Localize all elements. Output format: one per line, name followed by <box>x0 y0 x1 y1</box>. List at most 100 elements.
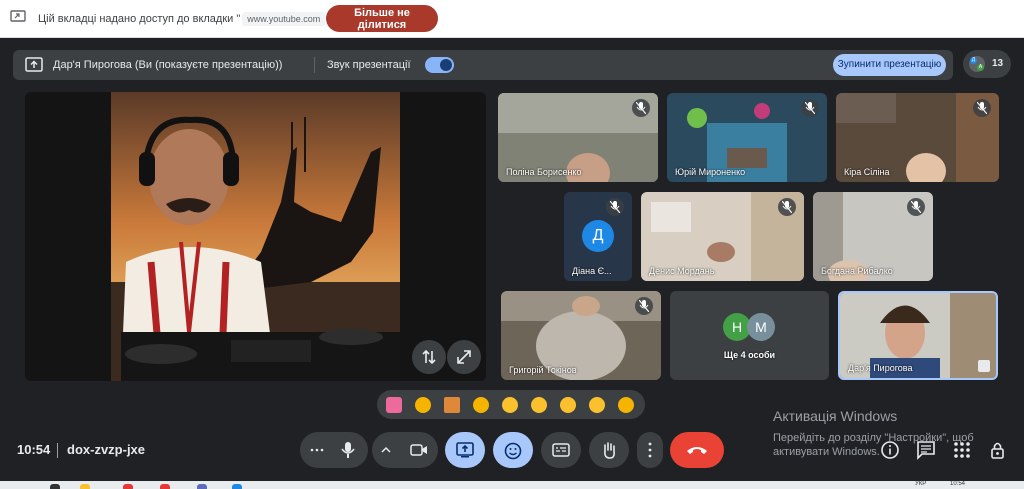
raise-hand-button[interactable] <box>589 432 629 468</box>
present-now-button[interactable] <box>445 432 485 468</box>
thumbs-up-icon[interactable] <box>415 397 431 413</box>
clapping-hands-icon[interactable] <box>473 397 489 413</box>
screen-share-icon <box>10 10 26 22</box>
self-view-tile[interactable]: Дар'я Пирогова <box>838 291 998 380</box>
taskbar-app-icon[interactable] <box>80 484 90 489</box>
shared-video-frame <box>111 92 400 381</box>
chevron-up-icon <box>381 446 391 453</box>
windows-taskbar: УКР 10:54 <box>0 481 1024 489</box>
participant-name: Кіра Сіліна <box>844 167 890 177</box>
presentation-bar: Дар'я Пирогова (Ви (показуєте презентаці… <box>13 50 953 80</box>
mic-off-icon <box>907 198 925 216</box>
stop-sharing-button[interactable]: Більше не ділитися <box>326 5 438 32</box>
captions-icon <box>552 443 570 457</box>
participant-tile[interactable]: Богдана Рибалко <box>813 192 933 281</box>
taskbar-app-icon[interactable] <box>123 484 133 489</box>
activation-line-1: Перейдіть до розділу "Настройки", щоб <box>773 432 974 444</box>
surprised-face-icon[interactable] <box>531 397 547 413</box>
avatar: М <box>747 313 775 341</box>
windows-activation-watermark: Активація Windows Перейдіть до розділу "… <box>773 408 974 459</box>
participant-name: Поліна Борисенко <box>506 167 582 177</box>
party-popper-icon[interactable] <box>444 397 460 413</box>
sharing-message-prefix: Цій вкладці надано доступ до вкладки " <box>38 13 241 25</box>
swap-arrows-icon <box>422 349 436 365</box>
stop-presentation-button[interactable]: Зупинити презентацію <box>833 54 946 76</box>
presenter-text: Дар'я Пирогова (Ви (показуєте презентаці… <box>53 59 283 71</box>
participant-name: Юрій Мироненко <box>675 167 746 177</box>
participant-tile[interactable]: Поліна Борисенко <box>498 93 658 182</box>
taskbar-clock[interactable]: 10:54 <box>950 481 965 487</box>
host-controls-icon[interactable] <box>988 440 1008 460</box>
reactions-bar <box>377 390 645 419</box>
sparkling-heart-icon[interactable] <box>386 397 402 413</box>
mic-off-icon <box>606 198 624 216</box>
taskbar-app-icon[interactable] <box>232 484 242 489</box>
end-call-icon <box>687 447 707 454</box>
participant-mini-avatars: Д А <box>969 56 985 72</box>
meeting-details-icon[interactable] <box>880 440 900 460</box>
info-divider <box>57 443 58 458</box>
thinking-face-icon[interactable] <box>589 397 605 413</box>
present-screen-icon <box>456 442 474 458</box>
activities-icon[interactable] <box>952 440 972 460</box>
participant-name: Діана Є... <box>572 266 612 276</box>
participants-count: 13 <box>992 58 1004 69</box>
raise-hand-icon <box>604 442 615 459</box>
participant-name: Дар'я Пирогова <box>848 363 913 373</box>
activation-title: Активація Windows <box>773 408 898 424</box>
thumbs-down-icon[interactable] <box>618 397 634 413</box>
presentation-bar-divider <box>314 57 315 73</box>
tab-sharing-bar: Цій вкладці надано доступ до вкладки " ww… <box>0 0 1024 38</box>
participants-button[interactable]: Д А 13 <box>963 50 1011 78</box>
camera-icon <box>410 444 427 456</box>
microphone-icon <box>341 442 355 458</box>
activation-line-2: активувати Windows. <box>773 446 880 458</box>
participant-name: Григорій Токінов <box>509 365 577 375</box>
presentation-sound-label: Звук презентації <box>327 59 411 71</box>
presentation-sound-toggle[interactable] <box>425 57 454 73</box>
avatar: Д <box>582 220 614 252</box>
more-options-button[interactable] <box>637 432 663 468</box>
more-participants-tile[interactable]: Н М Ще 4 особи <box>670 291 829 380</box>
participant-tile[interactable]: Григорій Токінов <box>501 291 661 380</box>
fullscreen-button[interactable] <box>447 340 481 374</box>
mic-off-icon <box>632 99 650 117</box>
mic-off-icon <box>801 99 819 117</box>
leave-call-button[interactable] <box>670 432 724 468</box>
pin-icon[interactable] <box>978 360 990 372</box>
participant-name: Денис Мордань <box>649 266 715 276</box>
swap-view-button[interactable] <box>412 340 446 374</box>
participant-tile[interactable]: Кіра Сіліна <box>836 93 999 182</box>
participant-tile[interactable]: Юрій Мироненко <box>667 93 827 182</box>
taskbar-app-icon[interactable] <box>160 484 170 489</box>
camera-controls-button[interactable] <box>372 432 438 468</box>
meeting-code: dox-zvzp-jxe <box>67 442 146 457</box>
mic-off-icon <box>778 198 796 216</box>
more-vertical-icon <box>648 442 652 458</box>
more-horizontal-icon <box>310 448 324 452</box>
emoji-icon <box>504 442 522 460</box>
chat-icon[interactable] <box>916 440 936 460</box>
mini-avatar: А <box>977 64 984 71</box>
more-participants-label: Ще 4 особи <box>723 350 776 360</box>
participant-name: Богдана Рибалко <box>821 266 893 276</box>
audio-controls-button[interactable] <box>300 432 368 468</box>
mini-avatar: Д <box>970 57 977 64</box>
captions-button[interactable] <box>541 432 581 468</box>
participant-tile[interactable]: Д Діана Є... <box>564 192 632 281</box>
participant-tile[interactable]: Денис Мордань <box>641 192 804 281</box>
presentation-stage <box>25 92 486 381</box>
reactions-button[interactable] <box>493 432 533 468</box>
expand-icon <box>457 350 471 364</box>
taskbar-language[interactable]: УКР <box>915 481 926 487</box>
present-screen-icon <box>25 57 43 72</box>
mic-off-icon <box>973 99 991 117</box>
taskbar-app-icon[interactable] <box>50 484 60 489</box>
meeting-clock: 10:54 <box>17 442 51 457</box>
sad-face-icon[interactable] <box>560 397 576 413</box>
taskbar-app-icon[interactable] <box>197 484 207 489</box>
shared-site-chip: www.youtube.com <box>242 12 326 26</box>
laughing-face-icon[interactable] <box>502 397 518 413</box>
speaker-icon <box>440 59 452 71</box>
sharing-message: Цій вкладці надано доступ до вкладки " ww… <box>38 12 331 26</box>
